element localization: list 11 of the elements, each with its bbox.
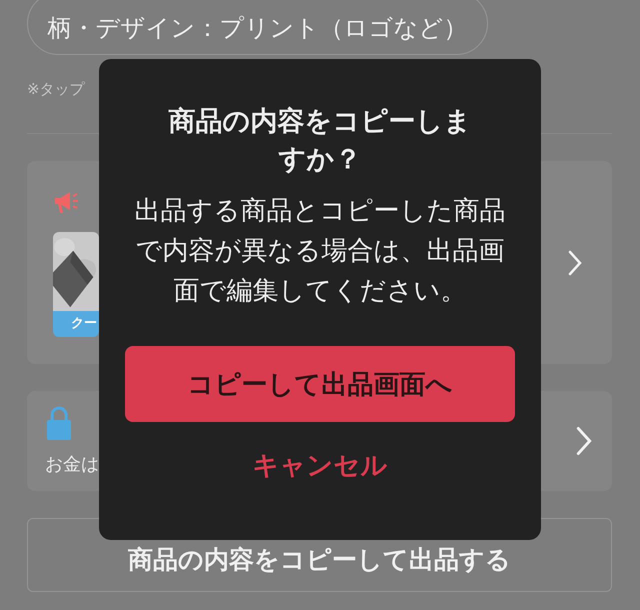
lock-icon: [45, 406, 73, 440]
cancel-button[interactable]: キャンセル: [232, 436, 408, 495]
chevron-right-icon: [576, 426, 592, 456]
dialog-title: 商品の内容をコピーしますか？: [168, 105, 472, 177]
dialog-message: 出品する商品とコピーした商品で内容が異なる場合は、出品画面で編集してください。: [133, 195, 506, 308]
confirm-button[interactable]: コピーして出品画面へ: [125, 346, 515, 422]
note-text: ※タップ: [27, 79, 86, 99]
chevron-right-icon: [568, 250, 582, 276]
thumbnail-label: クー: [53, 310, 99, 336]
card-text: お金は: [45, 453, 99, 476]
filter-chip[interactable]: 柄・デザイン：プリント（ロゴなど）: [27, 0, 488, 55]
